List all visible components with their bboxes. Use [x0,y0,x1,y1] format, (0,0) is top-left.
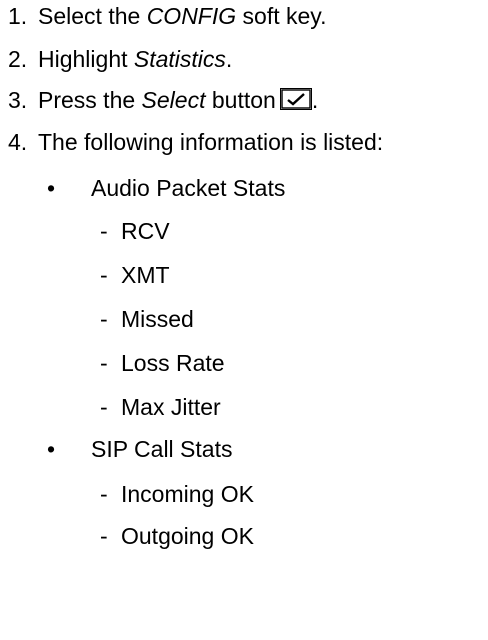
step-text: Highlight [38,46,134,72]
sub-item-label: Max Jitter [121,394,221,420]
dash-icon: - [100,218,108,244]
sub-item-label: RCV [121,218,170,244]
step-3: 3. Press the Select button . [8,86,318,114]
step-text-end: . [311,87,319,113]
dash-icon: - [100,306,108,332]
step-emphasis: Select [141,87,206,113]
step-text: Select the [38,3,147,29]
sub-item-incoming-ok: - Incoming OK [100,480,254,508]
dash-icon: - [100,481,108,507]
sub-item-xmt: - XMT [100,261,170,289]
step-text: The following information is listed: [38,129,384,155]
dash-icon: - [100,262,108,288]
step-2: 2. Highlight Statistics. [8,45,232,73]
bullet-label: Audio Packet Stats [91,175,286,201]
sub-item-label: Incoming OK [121,481,254,507]
step-emphasis: CONFIG [146,3,237,29]
step-text: Press the [38,87,142,113]
step-4: 4. The following information is listed: [8,128,383,156]
sub-item-max-jitter: - Max Jitter [100,393,221,421]
step-emphasis: Statistics [133,46,226,72]
step-1: 1. Select the CONFIG soft key. [8,2,326,30]
step-text-end: . [225,46,233,72]
checkmark-button-icon [279,88,312,110]
bullet-label: SIP Call Stats [91,436,233,462]
sub-item-loss-rate: - Loss Rate [100,349,225,377]
sub-item-label: XMT [121,262,170,288]
sub-item-missed: - Missed [100,305,194,333]
bullet-icon: • [47,436,56,462]
step-text-end: soft key. [236,3,327,29]
step-number: 1. [8,3,28,29]
dash-icon: - [100,523,108,549]
sub-item-rcv: - RCV [100,217,170,245]
sub-item-outgoing-ok: - Outgoing OK [100,522,254,550]
bullet-item-sip-call-stats: • SIP Call Stats [47,435,232,463]
dash-icon: - [100,394,108,420]
sub-item-label: Missed [121,306,194,332]
sub-item-label: Outgoing OK [121,523,254,549]
dash-icon: - [100,350,108,376]
sub-item-label: Loss Rate [121,350,225,376]
step-number: 4. [8,129,28,155]
step-number: 2. [8,46,28,72]
bullet-item-audio-packet-stats: • Audio Packet Stats [47,174,285,202]
step-text-mid: button [205,87,276,113]
step-number: 3. [8,87,28,113]
bullet-icon: • [47,175,56,201]
